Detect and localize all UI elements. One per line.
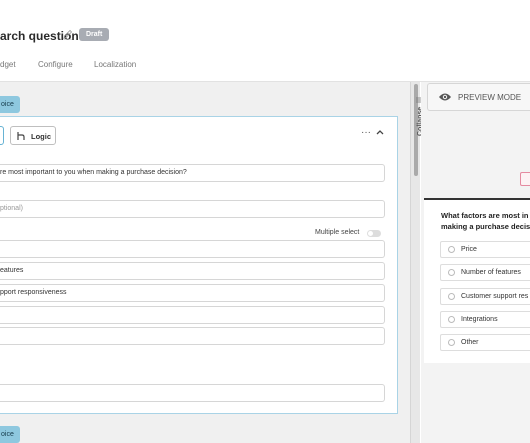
preview-question-line-2: making a purchase decis: [441, 222, 530, 231]
radio-icon: [448, 246, 455, 253]
radio-icon: [448, 293, 455, 300]
choice-input-5[interactable]: [0, 327, 385, 345]
branch-icon: [17, 132, 25, 140]
preview-mode-label: PREVIEW MODE: [458, 93, 522, 102]
status-badge: Draft: [79, 28, 110, 41]
option-label: Other: [461, 339, 479, 346]
preview-option-2[interactable]: Number of features: [440, 264, 530, 281]
preview-option-3[interactable]: Customer support res: [440, 288, 530, 305]
question-type-button[interactable]: [0, 126, 4, 145]
preview-mode-button[interactable]: PREVIEW MODE: [427, 83, 530, 111]
multiple-select-label: Multiple select: [315, 229, 360, 236]
preview-option-1[interactable]: Price: [440, 241, 530, 258]
choice-input-3[interactable]: pport responsiveness: [0, 284, 385, 302]
logic-label: Logic: [31, 132, 51, 141]
multiple-select-toggle[interactable]: [367, 230, 381, 237]
more-options-icon[interactable]: ···: [361, 127, 371, 138]
preview-option-4[interactable]: Integrations: [440, 311, 530, 328]
toggle-knob: [368, 231, 373, 236]
radio-icon: [448, 269, 455, 276]
question-input[interactable]: re most important to you when making a p…: [0, 164, 385, 182]
choice-input-4[interactable]: [0, 306, 385, 324]
chevron-up-icon[interactable]: [376, 129, 384, 135]
question-card: Logic ··· re most important to you when …: [0, 116, 398, 414]
question-type-chip-next[interactable]: oice: [0, 426, 20, 443]
pencil-icon[interactable]: [63, 29, 73, 40]
header-bar: arch question Draft dget Configure Local…: [0, 0, 530, 82]
eye-icon: [439, 93, 451, 101]
tab-localization[interactable]: Localization: [94, 60, 136, 69]
option-label: Integrations: [461, 316, 498, 323]
description-input[interactable]: ptional): [0, 200, 385, 218]
tab-widget[interactable]: dget: [0, 60, 16, 69]
comment-icon[interactable]: [520, 172, 530, 186]
radio-icon: [448, 339, 455, 346]
radio-icon: [448, 316, 455, 323]
logic-button[interactable]: Logic: [10, 126, 56, 145]
preview-option-5[interactable]: Other: [440, 334, 530, 351]
choice-input-2[interactable]: eatures: [0, 262, 385, 280]
option-label: Price: [461, 246, 477, 253]
preview-question-line-1: What factors are most in: [441, 211, 529, 220]
option-label: Number of features: [461, 269, 521, 276]
choice-input-1[interactable]: [0, 240, 385, 258]
footer-input[interactable]: [0, 384, 385, 402]
question-type-chip[interactable]: oice: [0, 96, 20, 113]
preview-question-card: What factors are most in making a purcha…: [424, 198, 530, 363]
option-label: Customer support res: [461, 293, 529, 300]
tab-configure[interactable]: Configure: [38, 60, 73, 69]
